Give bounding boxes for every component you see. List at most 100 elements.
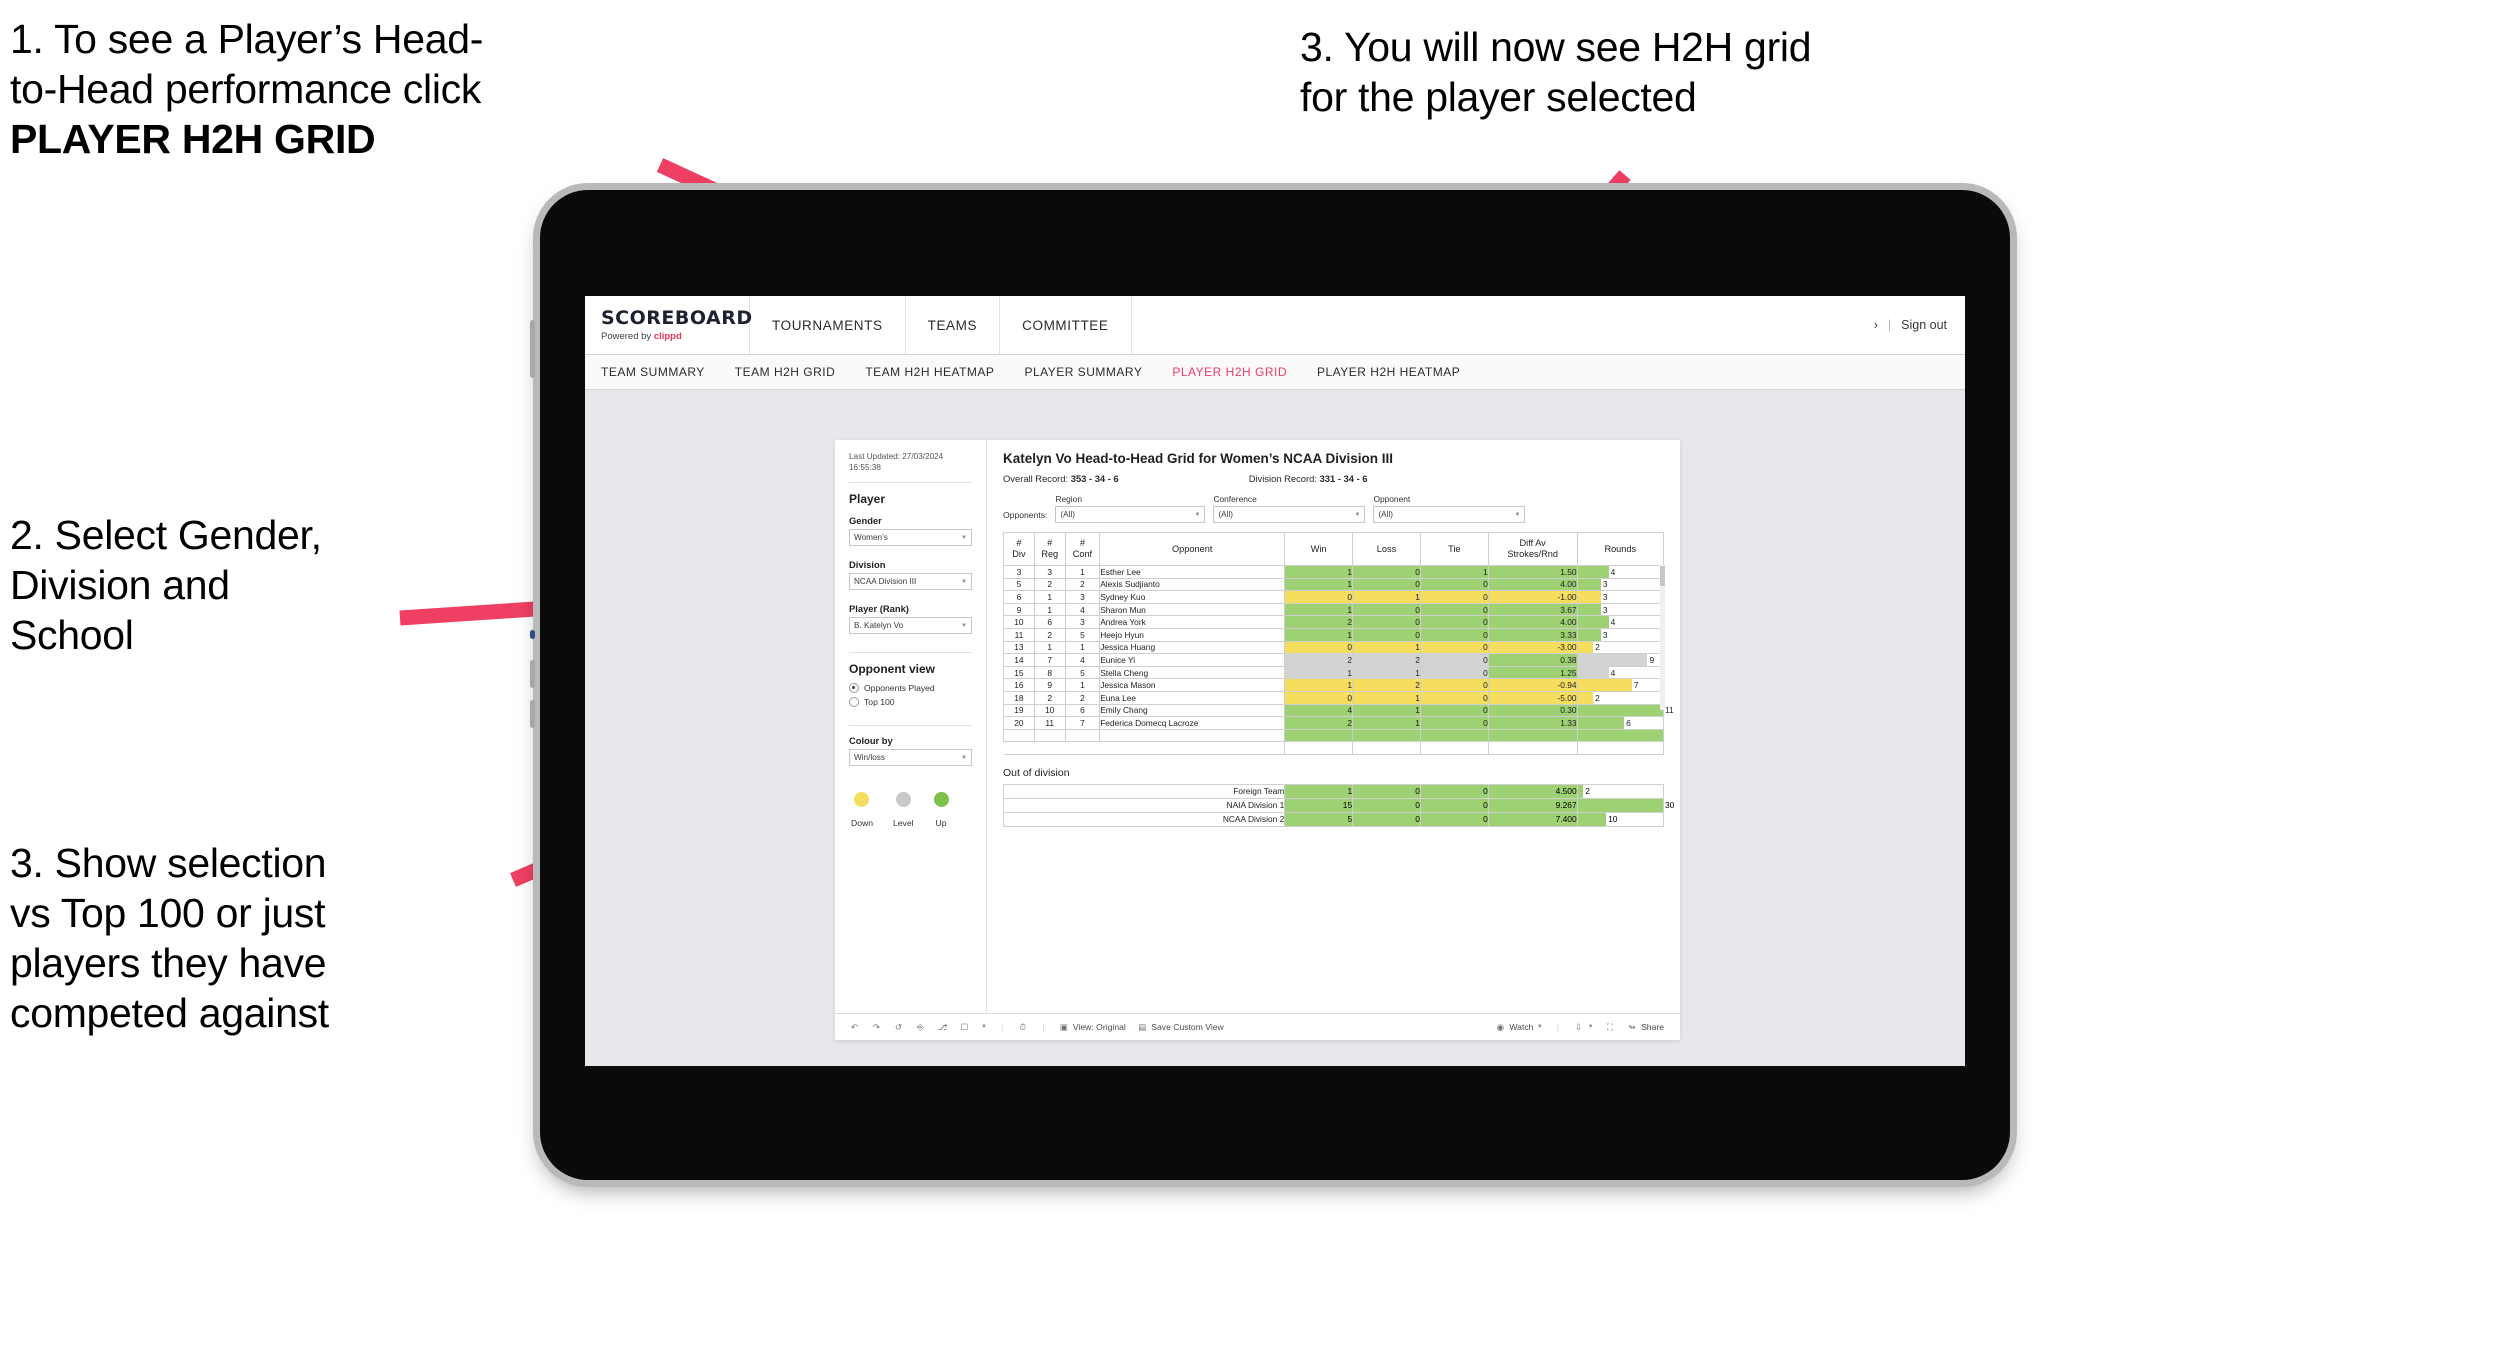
gender-label: Gender (849, 515, 882, 527)
table-row[interactable]: 18 2 2 Euna Lee 0 1 0 -5.00 2 (1003, 690, 1665, 705)
table-row[interactable]: 11 2 5 Heejo Hyun 1 0 0 3.33 3 (1003, 627, 1665, 642)
filter-conference-select[interactable]: (All) ▼ (1213, 506, 1366, 523)
rounds-bar-label: 9 (1649, 654, 1655, 665)
refresh-icon[interactable]: ⎆ (915, 1022, 926, 1033)
custom-views-icon[interactable]: ☐ (959, 1022, 970, 1033)
rounds-bar-fill (1577, 784, 1584, 798)
radio-opponents-played[interactable]: Opponents Played (849, 683, 972, 694)
tab-player-summary[interactable]: PLAYER SUMMARY (1024, 365, 1142, 379)
colour-by-select[interactable]: Win/loss ▼ (849, 749, 972, 767)
col-reg[interactable]: # Reg (1033, 532, 1066, 566)
tab-player-h2h-grid[interactable]: PLAYER H2H GRID (1172, 365, 1287, 379)
annotation-2: 2. Select Gender, Division and School (10, 510, 480, 660)
rounds-bar-fill (1577, 566, 1609, 578)
table-row[interactable]: 6 1 3 Sydney Kuo 0 1 0 -1.00 3 (1003, 590, 1665, 604)
table-row[interactable]: 3 3 1 Esther Lee 1 0 1 1.50 4 (1003, 565, 1665, 579)
legend-dot-down (854, 792, 870, 808)
dashboard-tabstrip: TEAM SUMMARY TEAM H2H GRID TEAM H2H HEAT… (585, 355, 1965, 390)
chevron-down-icon: ▼ (961, 754, 967, 761)
user-chevron-icon[interactable]: › (1874, 318, 1878, 332)
save-custom-view-label: Save Custom View (1151, 1022, 1224, 1032)
chevron-down-icon: ▼ (1194, 511, 1201, 518)
download-button[interactable]: ⇩ ▼ (1573, 1022, 1594, 1033)
watch-button[interactable]: ◉ Watch ▼ (1495, 1022, 1543, 1033)
nav-committee[interactable]: COMMITTEE (1000, 296, 1132, 354)
annotation-1-line2: to-Head performance click (10, 66, 482, 113)
rounds-bar-cell: 3 (1576, 627, 1665, 642)
overall-record-value: 353 - 34 - 6 (1070, 473, 1119, 484)
rounds-bar-cell: 2 (1576, 783, 1665, 799)
table-row[interactable]: 19 10 6 Emily Chang 4 1 0 0.30 11 (1003, 703, 1674, 718)
table-row[interactable]: 15 8 5 Stella Cheng 1 1 0 1.25 4 (1003, 665, 1665, 680)
filter-region-select[interactable]: (All) ▼ (1055, 506, 1206, 523)
sign-out-link[interactable]: Sign out (1901, 318, 1947, 332)
table-row[interactable]: NAIA Division 1 15 0 0 9.267 30 (1002, 797, 1674, 813)
table-row[interactable]: 5 2 2 Alexis Sudjianto 1 0 0 4.00 3 (1003, 577, 1665, 592)
rounds-bar-fill (1577, 798, 1663, 812)
tab-player-h2h-heatmap[interactable]: PLAYER H2H HEATMAP (1317, 365, 1460, 379)
col-conf[interactable]: # Conf (1064, 532, 1101, 566)
radio-icon (849, 697, 859, 708)
tab-team-summary[interactable]: TEAM SUMMARY (601, 365, 705, 379)
chevron-down-icon[interactable]: ▼ (981, 1024, 987, 1030)
toolbar-divider: | (1556, 1022, 1560, 1032)
filter-opponent-select[interactable]: (All) ▼ (1373, 506, 1526, 523)
view-original-button[interactable]: ▣ View: Original (1058, 1022, 1126, 1033)
table-row[interactable]: NCAA Division 2 5 0 0 7.400 10 (1002, 811, 1665, 827)
nav-tournaments[interactable]: TOURNAMENTS (750, 296, 906, 354)
divider (849, 482, 972, 484)
tab-team-h2h-heatmap[interactable]: TEAM H2H HEATMAP (865, 365, 994, 379)
table-row[interactable]: 10 6 3 Andrea York 2 0 0 4.00 4 (1003, 615, 1665, 629)
table-row[interactable]: Foreign Team 1 0 0 4.500 2 (1002, 783, 1665, 799)
radio-top-100[interactable]: Top 100 (849, 697, 972, 708)
tablet-button-a (530, 630, 535, 639)
col-diff-av-strokes[interactable]: Diff Av Strokes/Rnd (1487, 532, 1578, 566)
col-div[interactable]: # Div (1003, 532, 1035, 566)
divider (849, 652, 972, 654)
rounds-bar-cell: 3 (1576, 602, 1665, 617)
divider (849, 725, 972, 727)
table-row[interactable]: 16 9 1 Jessica Mason 1 2 0 -0.94 7 (1003, 678, 1665, 692)
table-row[interactable]: 20 11 7 Federica Domecq Lacroze 2 1 0 1.33 6 (1003, 716, 1665, 730)
chevron-down-icon: ▼ (1536, 1024, 1543, 1030)
annotation-3-line3: players they have (10, 940, 327, 987)
rounds-bar-fill (1577, 704, 1663, 717)
col-rounds[interactable]: Rounds (1576, 532, 1665, 566)
fullscreen-icon[interactable]: ⛶ (1605, 1022, 1616, 1033)
table-row-partial[interactable] (1003, 728, 1665, 743)
colour-by-label: Colour by (849, 735, 893, 747)
player-rank-value: B. Katelyn Vo (854, 621, 904, 631)
col-tie[interactable]: Tie (1419, 532, 1489, 566)
share-button[interactable]: ↬ Share (1627, 1022, 1664, 1033)
chevron-down-icon: ▼ (1587, 1024, 1594, 1030)
brand-logo[interactable]: SCOREBOARD Powered by clippd (585, 296, 752, 354)
division-select[interactable]: NCAA Division III ▼ (849, 573, 972, 591)
undo-icon[interactable]: ↶ (849, 1022, 860, 1033)
table-scrollbar-thumb[interactable] (1660, 566, 1665, 586)
rounds-bar-label: 2 (1585, 786, 1590, 797)
table-row[interactable]: 14 7 4 Eunice Yi 2 2 0 0.38 9 (1003, 653, 1665, 667)
col-opponent[interactable]: Opponent (1099, 532, 1286, 566)
save-custom-view-button[interactable]: ▤ Save Custom View (1137, 1022, 1224, 1033)
table-row[interactable]: 9 1 4 Sharon Mun 1 0 0 3.67 3 (1003, 602, 1665, 617)
col-loss[interactable]: Loss (1352, 532, 1421, 566)
overall-record-label: Overall Record: (1003, 473, 1069, 484)
annotation-1: 1. To see a Player’s Head- to-Head perfo… (10, 14, 510, 164)
rounds-bar-cell: 4 (1576, 665, 1665, 680)
player-rank-select[interactable]: B. Katelyn Vo ▼ (849, 617, 972, 635)
tablet-screen: SCOREBOARD Powered by clippd TOURNAMENTS… (585, 296, 1965, 1066)
nav-teams[interactable]: TEAMS (906, 296, 1001, 354)
table-row[interactable]: 13 1 1 Jessica Huang 0 1 0 -3.00 2 (1003, 640, 1665, 655)
filter-conference: Conference (All) ▼ (1213, 494, 1366, 523)
filter-region-label: Region (1055, 494, 1082, 504)
pause-auto-update-icon[interactable]: ⎇ (937, 1022, 948, 1033)
gender-select[interactable]: Women’s ▼ (849, 529, 972, 547)
tab-team-h2h-grid[interactable]: TEAM H2H GRID (735, 365, 836, 379)
alerts-icon[interactable]: ⏱ (1017, 1022, 1028, 1033)
revert-icon[interactable]: ↺ (893, 1022, 904, 1033)
redo-icon[interactable]: ↷ (871, 1022, 882, 1033)
col-win[interactable]: Win (1284, 532, 1354, 566)
filter-opponent-value: (All) (1378, 510, 1393, 519)
annotation-1-line1: 1. To see a Player’s Head- (10, 16, 484, 62)
rounds-bar-label: 2 (1595, 642, 1600, 653)
